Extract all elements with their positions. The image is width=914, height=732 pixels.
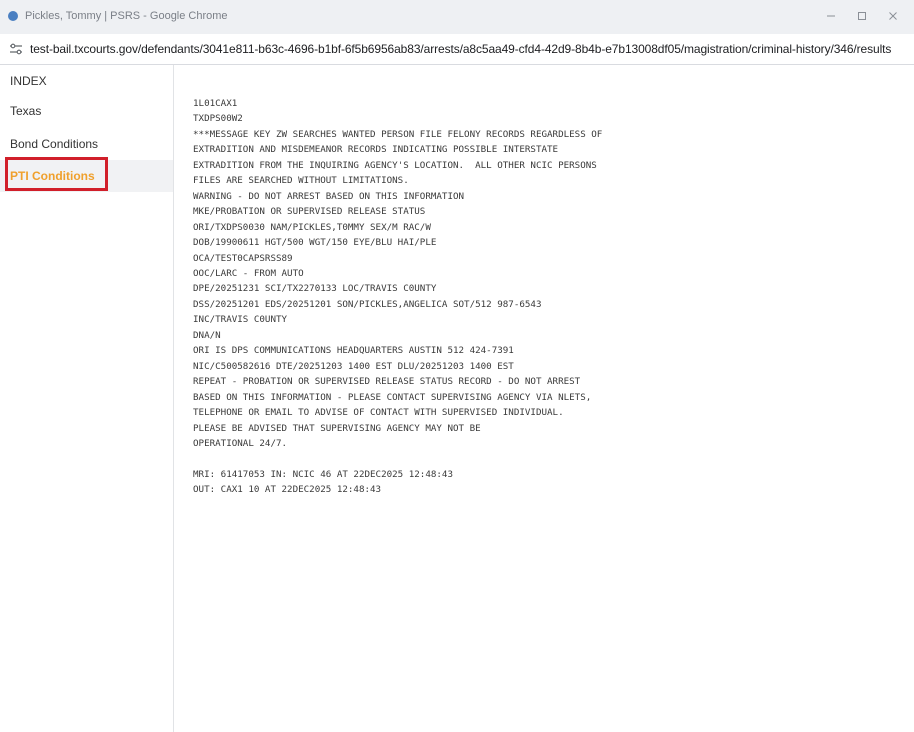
report-line: EXTRADITION FROM THE INQUIRING AGENCY'S …: [193, 159, 597, 171]
report-line: NIC/C500582616 DTE/20251203 1400 EST DLU…: [193, 360, 514, 372]
report-line: DSS/20251201 EDS/20251201 SON/PICKLES,AN…: [193, 298, 542, 310]
site-info-icon[interactable]: [9, 43, 23, 55]
report-line: OCA/TEST0CAPSRSS89: [193, 252, 293, 264]
report-line: TXDPS00W2: [193, 113, 243, 125]
report-line: DPE/20251231 SCI/TX2270133 LOC/TRAVIS C0…: [193, 283, 437, 295]
report-line: FILES ARE SEARCHED WITHOUT LIMITATIONS.: [193, 175, 409, 187]
report-line: OOC/LARC - FROM AUTO: [193, 267, 304, 279]
highlight-annotation-box: [5, 157, 108, 191]
criminal-history-results: 1L01CAX1 TXDPS00W2 ***MESSAGE KEY ZW SEA…: [193, 96, 893, 498]
report-line: MRI: 61417053 IN: NCIC 46 AT 22DEC2025 1…: [193, 468, 453, 480]
sidebar-item-index[interactable]: INDEX: [0, 65, 173, 97]
report-line: INC/TRAVIS C0UNTY: [193, 314, 288, 326]
browser-title-bar: Pickles, Tommy | PSRS - Google Chrome: [0, 0, 914, 34]
report-line: ***MESSAGE KEY ZW SEARCHES WANTED PERSON…: [193, 128, 603, 140]
report-line: 1L01CAX1: [193, 98, 238, 109]
minimize-icon: [827, 15, 835, 17]
close-button[interactable]: [879, 5, 907, 27]
report-line: DNA/N: [193, 329, 221, 341]
maximize-button[interactable]: [848, 5, 876, 27]
maximize-icon: [858, 12, 866, 20]
url-text[interactable]: test-bail.txcourts.gov/defendants/3041e8…: [30, 42, 891, 56]
report-line: ORI IS DPS COMMUNICATIONS HEADQUARTERS A…: [193, 345, 514, 357]
favicon-icon: [8, 11, 18, 21]
minimize-button[interactable]: [817, 5, 845, 27]
report-line: MKE/PROBATION OR SUPERVISED RELEASE STAT…: [193, 206, 426, 218]
report-line: WARNING - DO NOT ARREST BASED ON THIS IN…: [193, 190, 465, 202]
report-text: 1L01CAX1 TXDPS00W2 ***MESSAGE KEY ZW SEA…: [193, 96, 893, 498]
report-line: OUT: CAX1 10 AT 22DEC2025 12:48:43: [193, 484, 382, 496]
report-line: OPERATIONAL 24/7.: [193, 437, 288, 449]
close-icon: [889, 12, 897, 20]
address-bar: test-bail.txcourts.gov/defendants/3041e8…: [0, 34, 914, 65]
sidebar-item-texas[interactable]: Texas: [0, 95, 173, 127]
report-line: EXTRADITION AND MISDEMEANOR RECORDS INDI…: [193, 144, 559, 156]
report-line: DOB/19900611 HGT/500 WGT/150 EYE/BLU HAI…: [193, 237, 437, 249]
window-title: Pickles, Tommy | PSRS - Google Chrome: [25, 10, 228, 22]
report-line: TELEPHONE OR EMAIL TO ADVISE OF CONTACT …: [193, 407, 564, 419]
report-line: BASED ON THIS INFORMATION - PLEASE CONTA…: [193, 391, 592, 403]
report-line: REPEAT - PROBATION OR SUPERVISED RELEASE…: [193, 376, 581, 388]
report-line: PLEASE BE ADVISED THAT SUPERVISING AGENC…: [193, 422, 481, 434]
sidebar-item-bond-conditions[interactable]: Bond Conditions: [0, 128, 173, 160]
report-line: ORI/TXDPS0030 NAM/PICKLES,T0MMY SEX/M RA…: [193, 221, 431, 233]
